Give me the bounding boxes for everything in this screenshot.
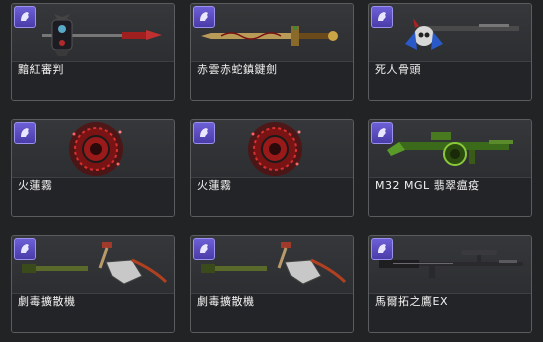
poison-scythe-gun-icon [201,242,347,285]
weapon-art [12,236,174,294]
weapon-art [12,120,174,178]
green-grenade-launcher-icon [387,132,513,166]
weapon-name: 劇毒擴散機 [197,295,255,308]
horse-head-icon [371,238,393,260]
weapon-name: 黯紅審判 [18,63,64,76]
weapon-card-4[interactable]: 火蓮霧 [11,119,175,217]
weapon-card-8[interactable]: 劇毒擴散機 [190,235,354,333]
poison-scythe-gun-icon [22,242,168,285]
weapon-name: 劇毒擴散機 [18,295,76,308]
horse-head-icon [14,6,36,28]
weapon-art [369,120,531,178]
weapon-card-9[interactable]: 馬爾拓之鷹EX [368,235,532,333]
horse-head-icon [371,6,393,28]
weapon-card-2[interactable]: 赤雲赤蛇鎮鍵劍 [190,3,354,101]
sniper-rifle-icon [379,250,523,278]
weapon-name: M32 MGL 翡翠瘟疫 [375,179,480,192]
red-serpent-sword-icon [201,26,338,46]
horse-head-icon [14,122,36,144]
weapon-card-3[interactable]: 死人骨頭 [368,3,532,101]
weapon-art [191,120,353,178]
weapon-card-7[interactable]: 劇毒擴散機 [11,235,175,333]
skull-rifle-icon [405,18,519,50]
weapon-name: 火蓮霧 [18,179,53,192]
weapon-art [12,4,174,62]
weapon-card-1[interactable]: 黯紅審判 [11,3,175,101]
weapon-art [369,4,531,62]
weapon-art [369,236,531,294]
weapon-art [191,236,353,294]
weapon-name: 馬爾拓之鷹EX [375,295,448,308]
fire-lotus-grenade-icon [248,122,302,176]
weapon-name: 火蓮霧 [197,179,232,192]
horse-head-icon [371,122,393,144]
horse-head-icon [193,238,215,260]
horse-head-icon [193,6,215,28]
dark-red-spear-icon [42,14,162,56]
weapon-art [191,4,353,62]
horse-head-icon [193,122,215,144]
weapon-inventory-grid: 黯紅審判 赤雲赤蛇鎮鍵劍 死人骨頭 火蓮霧 火蓮霧 M32 MGL 翡翠瘟疫 劇… [0,0,543,342]
weapon-card-5[interactable]: 火蓮霧 [190,119,354,217]
weapon-card-6[interactable]: M32 MGL 翡翠瘟疫 [368,119,532,217]
fire-lotus-grenade-icon [69,122,123,176]
weapon-name: 死人骨頭 [375,63,421,76]
horse-head-icon [14,238,36,260]
weapon-name: 赤雲赤蛇鎮鍵劍 [197,63,278,76]
